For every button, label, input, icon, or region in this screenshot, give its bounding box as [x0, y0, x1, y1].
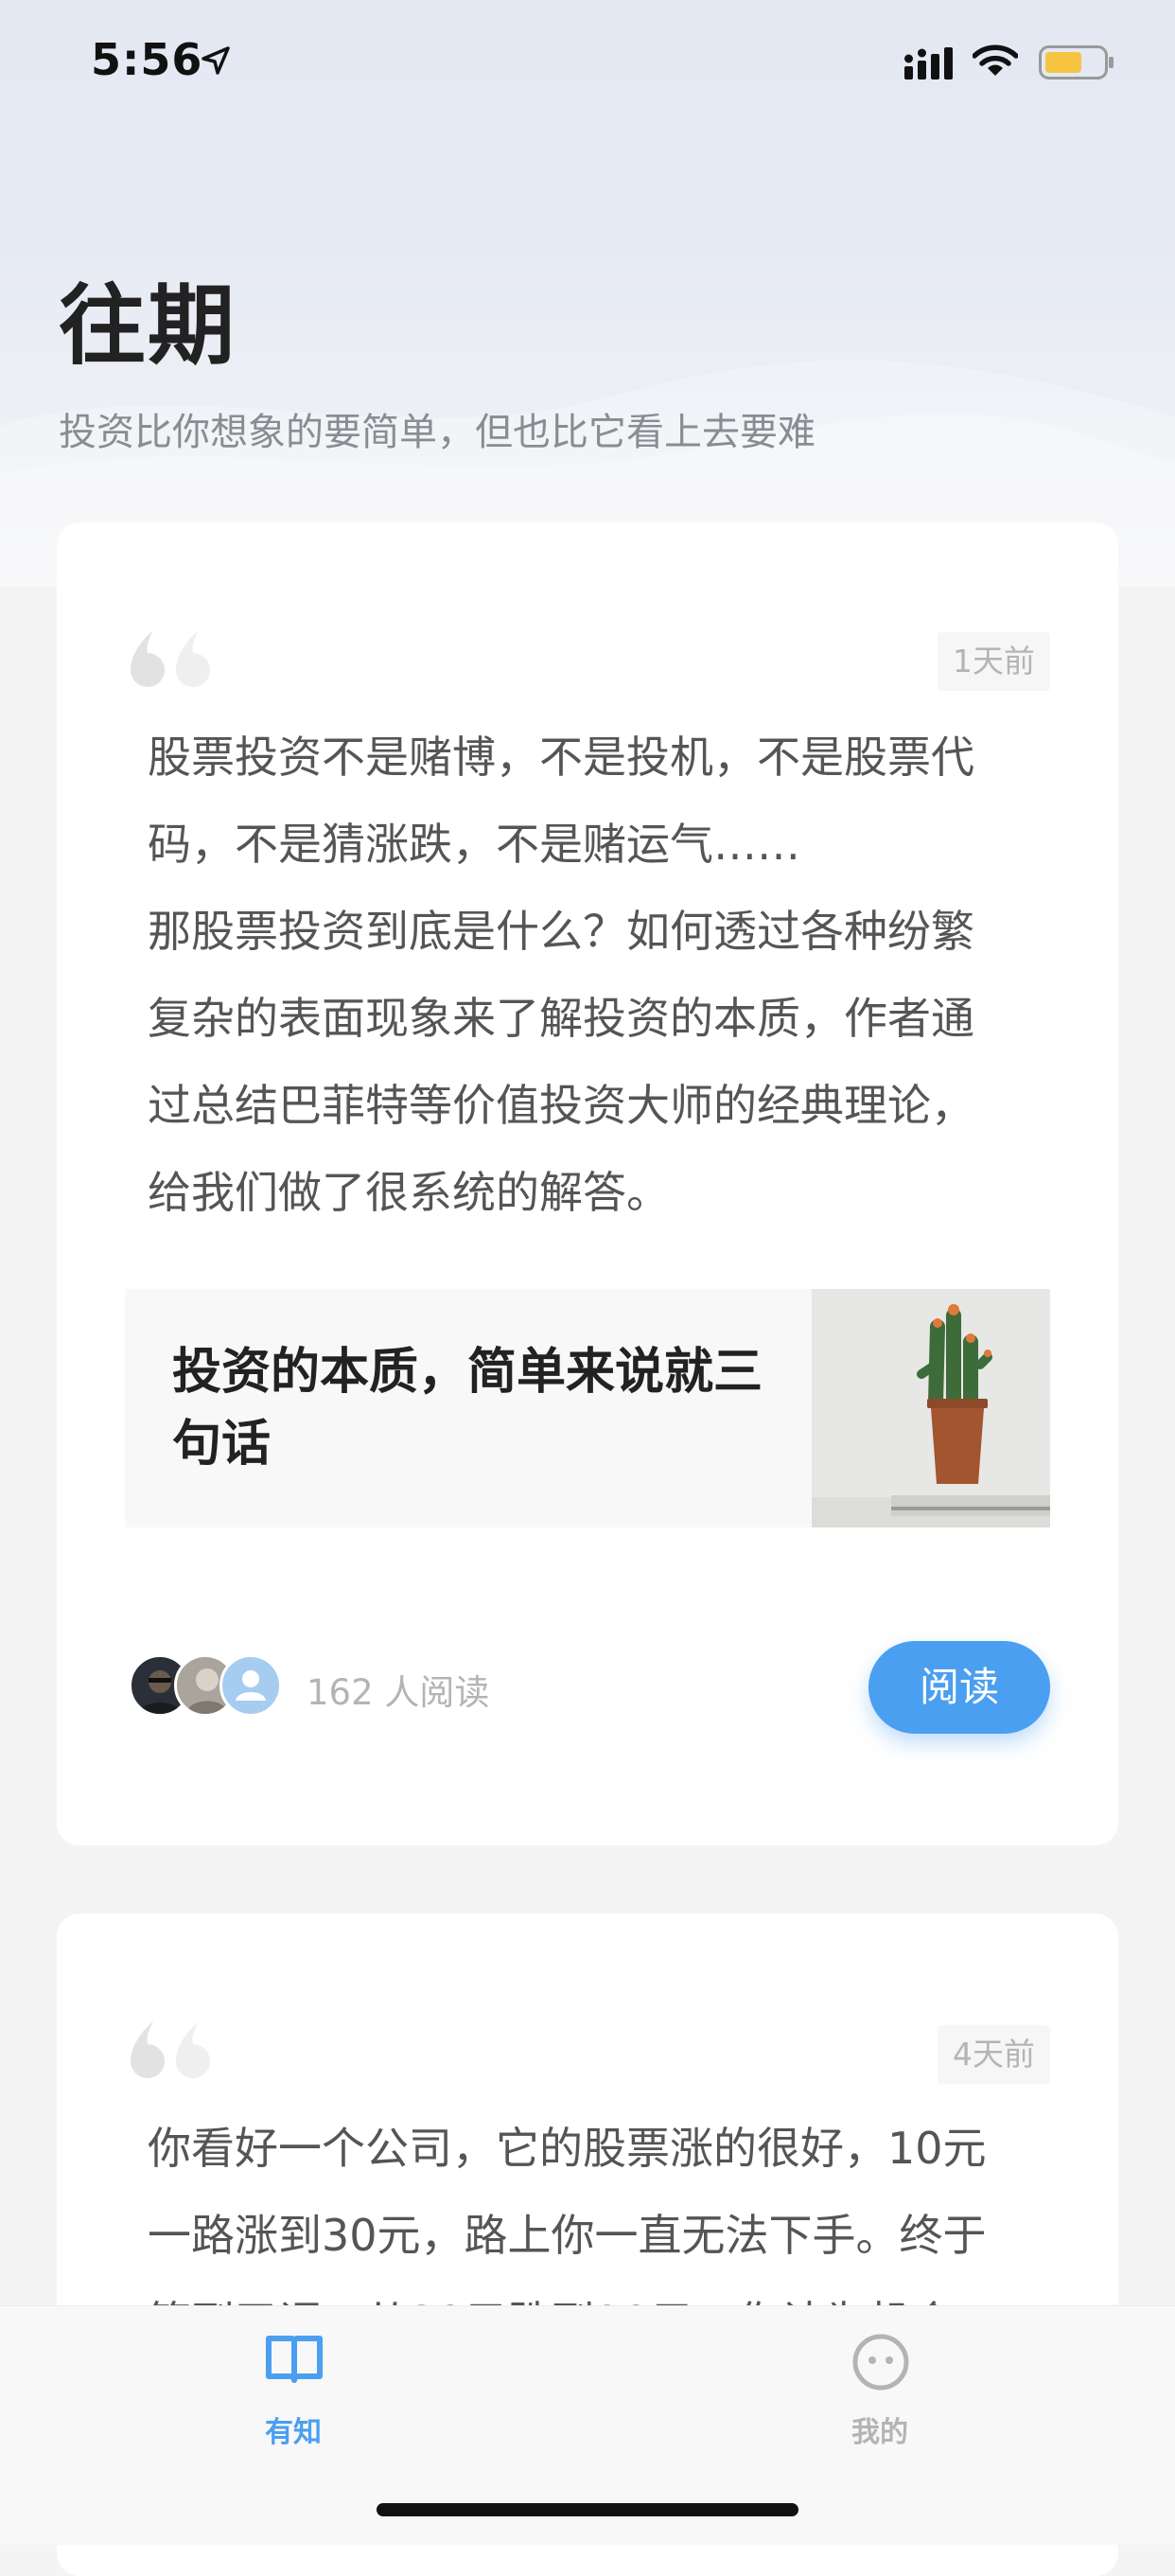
article-title: 投资的本质，简单来说就三句话 — [172, 1344, 763, 1473]
status-bar: 5:56 — [0, 0, 1175, 127]
tab-bar: 有知 我的 — [0, 2305, 1175, 2545]
location-arrow-icon — [201, 45, 231, 79]
excerpt-line: 给我们做了很系统的解答。 — [148, 1167, 670, 1218]
excerpt-line: 你看好一个公司，它的股票涨的很好，10元 — [148, 2123, 987, 2174]
quote-icon — [125, 626, 212, 691]
excerpt-line: 复杂的表面现象来了解投资的本质，作者通 — [148, 993, 974, 1044]
reader-avatars — [129, 1654, 299, 1717]
wifi-icon — [972, 44, 1019, 81]
tab-youzhi[interactable]: 有知 — [151, 2306, 435, 2467]
page-subtitle: 投资比你想象的要简单，但也比它看上去要难 — [59, 411, 815, 454]
article-thumbnail — [812, 1289, 1050, 1527]
excerpt-line: 码，不是猜涨跌，不是赌运气…… — [148, 819, 800, 870]
quote-icon — [125, 2018, 212, 2082]
tab-label: 有知 — [265, 2416, 322, 2449]
read-button[interactable]: 阅读 — [868, 1641, 1050, 1734]
article-link[interactable]: 投资的本质，简单来说就三句话 — [125, 1289, 1050, 1527]
tab-label: 我的 — [851, 2416, 908, 2449]
cellular-signal-icon — [904, 47, 956, 83]
excerpt-line: 那股票投资到底是什么？如何透过各种纷繁 — [148, 906, 974, 957]
excerpt-line: 股票投资不是赌博，不是投机，不是股票代 — [148, 732, 974, 783]
home-indicator[interactable] — [377, 2503, 798, 2516]
time-badge: 4天前 — [938, 2025, 1050, 2084]
battery-icon — [1039, 45, 1114, 83]
page-title: 往期 — [59, 275, 237, 377]
time-badge: 1天前 — [938, 632, 1050, 691]
tab-mine[interactable]: 我的 — [738, 2306, 1022, 2467]
status-time: 5:56 — [91, 34, 203, 85]
article-excerpt: 股票投资不是赌博，不是投机，不是股票代 码，不是猜涨跌，不是赌运气…… 那股票投… — [148, 714, 1037, 1236]
excerpt-line: 一路涨到30元，路上你一直无法下手。终于 — [148, 2210, 987, 2261]
avatar — [219, 1654, 282, 1717]
article-card[interactable]: 1天前 股票投资不是赌博，不是投机，不是股票代 码，不是猜涨跌，不是赌运气…… … — [57, 522, 1118, 1845]
excerpt-line: 过总结巴菲特等价值投资大师的经典理论， — [148, 1080, 974, 1131]
reader-count: 162 人阅读 — [307, 1672, 490, 1713]
